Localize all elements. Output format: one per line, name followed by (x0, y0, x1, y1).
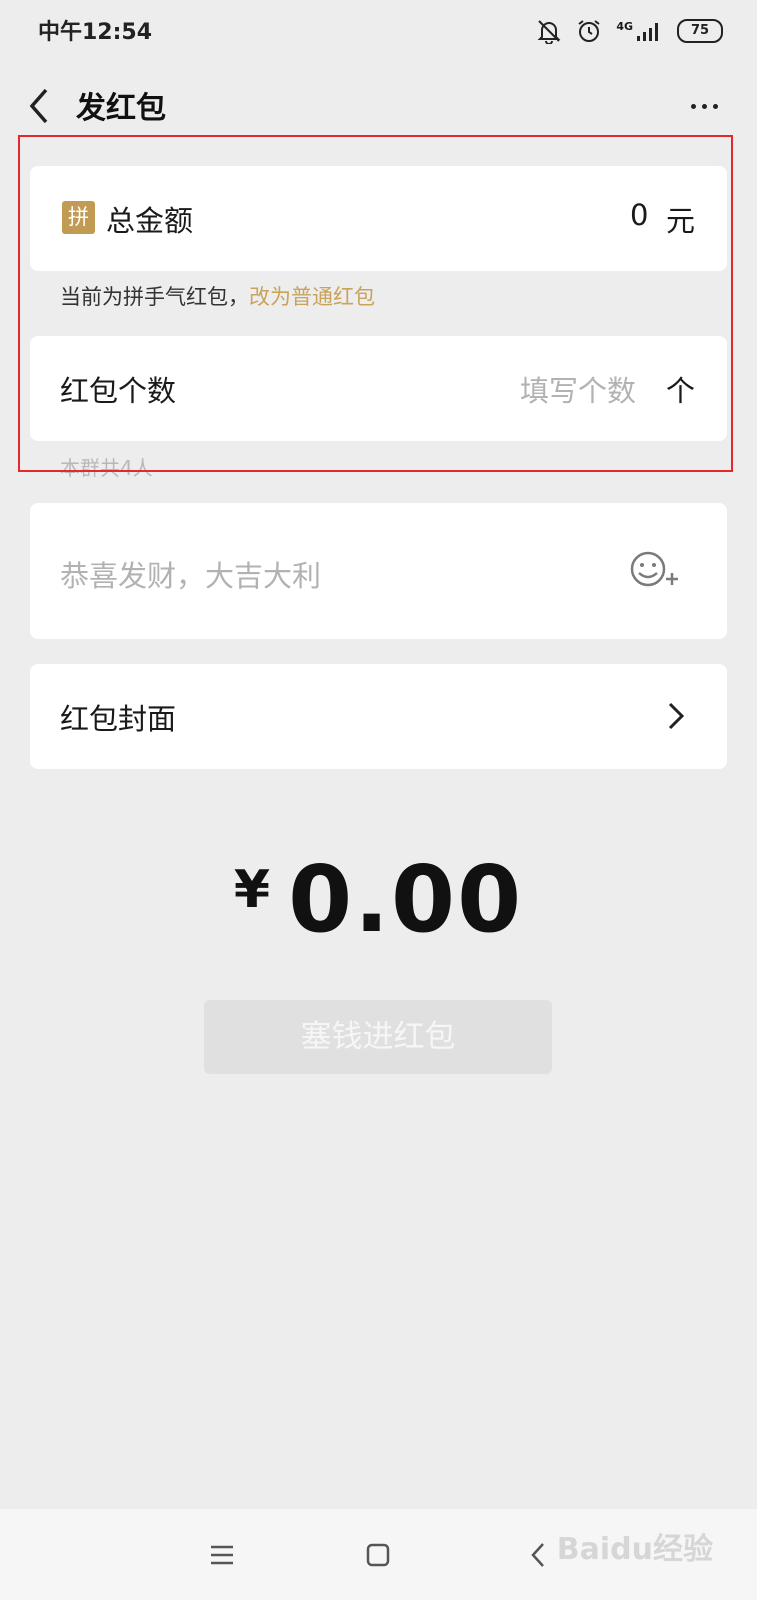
menu-icon (211, 1545, 233, 1565)
total-amount-value[interactable]: 0 (630, 198, 648, 232)
nav-back-button[interactable] (518, 1537, 558, 1573)
emoji-button[interactable] (628, 549, 684, 593)
nav-home-button[interactable] (358, 1537, 398, 1573)
mute-bell-icon (537, 20, 561, 44)
status-icons: 4G 75 (536, 14, 723, 48)
message-input[interactable]: 恭喜发财，大吉大利 (60, 553, 321, 595)
message-card[interactable]: 恭喜发财，大吉大利 (30, 503, 727, 639)
packet-count-input[interactable]: 填写个数 (520, 368, 636, 410)
mode-hint-text: 当前为拼手气红包， (60, 285, 249, 309)
amount-total: 0.00 (288, 846, 524, 953)
more-dot-icon (712, 103, 718, 109)
status-time: 中午12:54 (38, 20, 153, 45)
emoji-add-icon (630, 551, 678, 587)
home-square-icon (366, 1543, 390, 1567)
total-amount-label: 总金额 (106, 204, 194, 238)
lucky-draw-badge: 拼 (62, 201, 95, 234)
group-member-count: 本群共4人 (60, 456, 153, 480)
watermark: Baidu经验 (556, 1532, 713, 1567)
back-button[interactable] (22, 84, 66, 128)
switch-to-normal-link[interactable]: 改为普通红包 (249, 285, 375, 309)
packet-count-card[interactable]: 红包个数 填写个数 个 (30, 336, 727, 441)
signal-icon (637, 23, 658, 41)
nav-back-icon (531, 1543, 544, 1567)
chevron-right-icon (668, 702, 685, 730)
submit-button[interactable]: 塞钱进红包 (204, 1000, 552, 1074)
total-amount-unit: 元 (666, 204, 696, 238)
page-title: 发红包 (76, 91, 166, 126)
more-dot-icon (701, 103, 707, 109)
back-arrow-icon (29, 88, 48, 124)
packet-count-label: 红包个数 (60, 374, 177, 408)
amount-summary: ¥0.00 (0, 846, 757, 953)
currency-symbol: ¥ (233, 860, 271, 920)
cover-label: 红包封面 (60, 702, 177, 736)
nav-menu-button[interactable] (202, 1537, 242, 1573)
mode-hint: 当前为拼手气红包，改为普通红包 (60, 281, 375, 311)
packet-count-unit: 个 (666, 374, 696, 408)
network-type-label: 4G (616, 19, 633, 33)
system-nav-bar: Baidu经验 (0, 1509, 757, 1600)
alarm-icon (578, 20, 600, 42)
cover-card[interactable]: 红包封面 (30, 664, 727, 769)
total-amount-card[interactable]: 拼 总金额 0 元 (30, 166, 727, 271)
more-dot-icon (690, 103, 696, 109)
more-options-button[interactable] (680, 88, 728, 124)
battery-indicator: 75 (677, 19, 723, 43)
